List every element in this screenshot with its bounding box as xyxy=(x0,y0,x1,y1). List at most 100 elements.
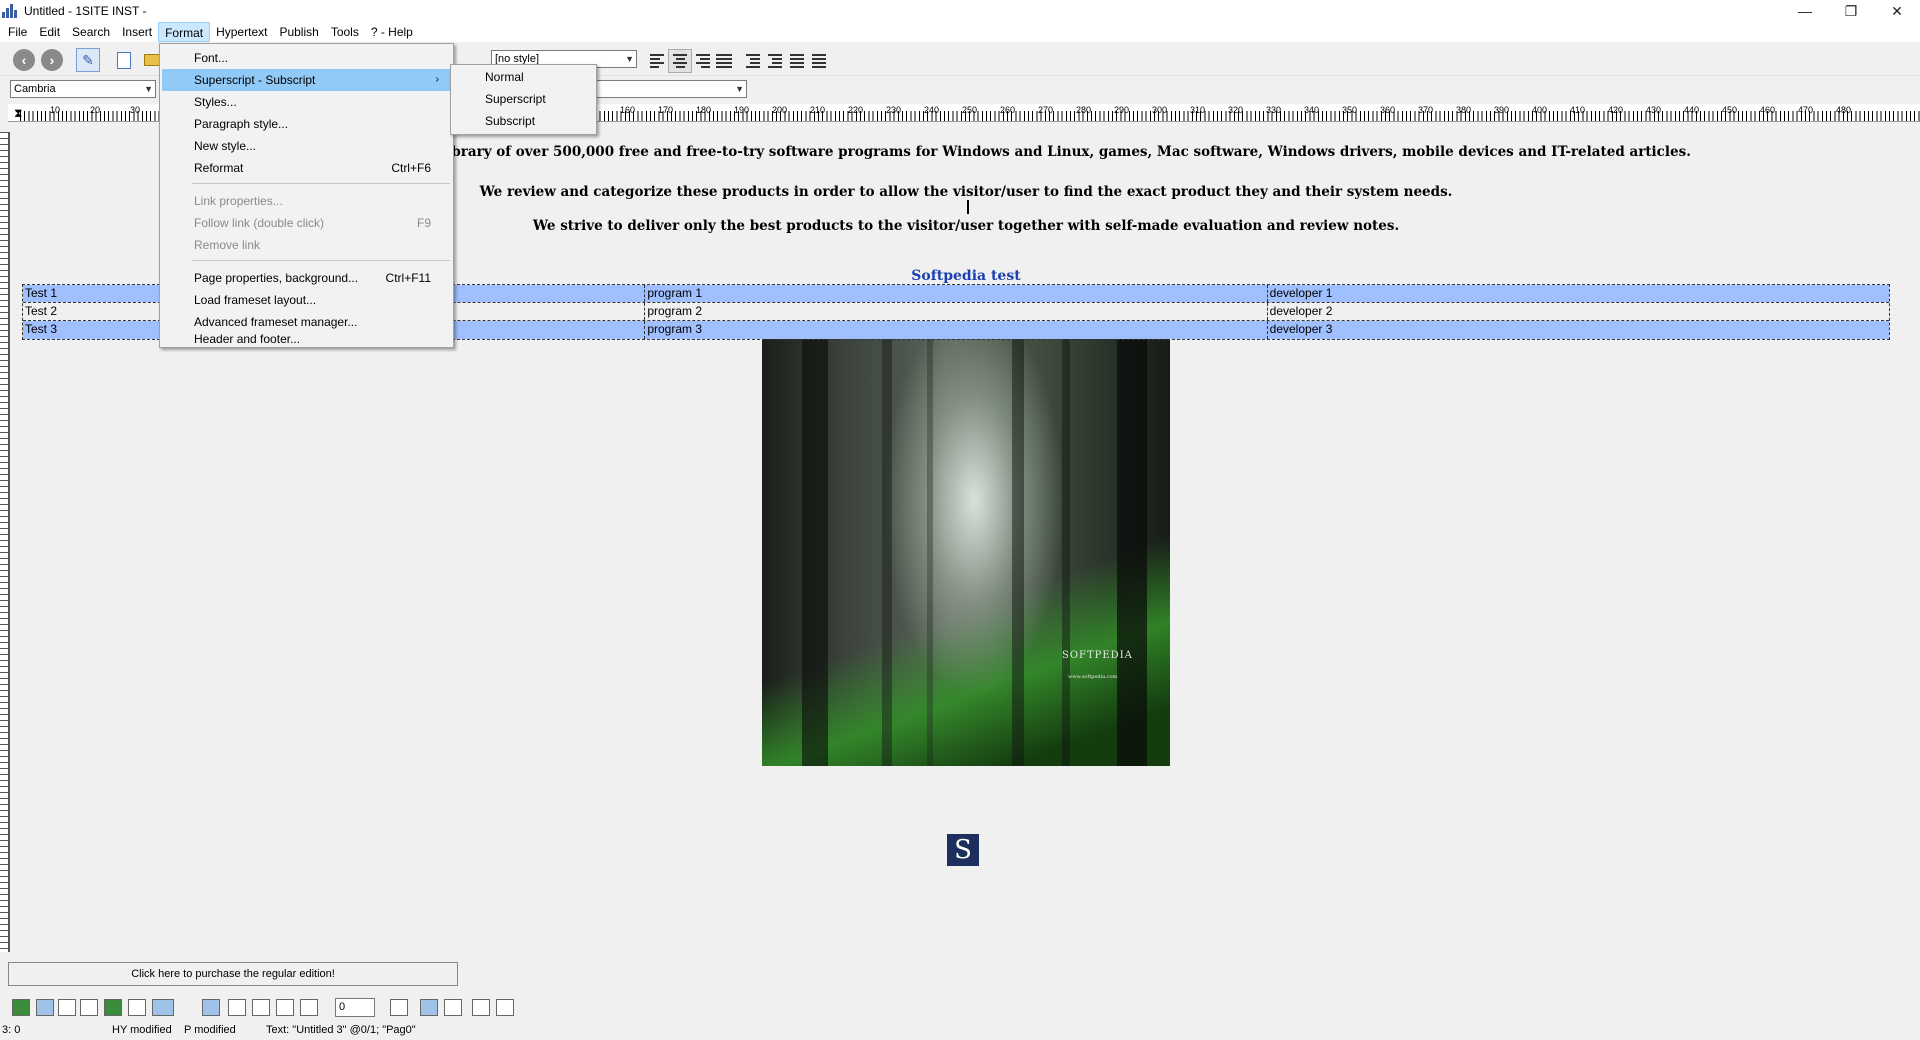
zoom-stepper[interactable]: 0 xyxy=(335,998,375,1017)
search-icon[interactable] xyxy=(444,999,462,1016)
bottom-toolbar: 0 xyxy=(0,995,1920,1021)
ruler-label: 250 xyxy=(962,105,978,115)
menu-format[interactable]: Format xyxy=(158,22,211,42)
forest-image[interactable]: SOFTPEDIA www.softpedia.com xyxy=(762,338,1170,766)
forward-button[interactable]: › xyxy=(40,48,64,72)
menu-separator xyxy=(192,260,450,261)
menu-item-new-style[interactable]: New style... xyxy=(162,135,451,157)
status-text: Text: "Untitled 3" @0/1; "Pag0" xyxy=(266,1024,416,1036)
justify-button[interactable] xyxy=(712,49,736,73)
grid-icon[interactable] xyxy=(390,999,408,1016)
preview-icon[interactable] xyxy=(472,999,490,1016)
bullet-list-button[interactable] xyxy=(786,49,810,73)
menu-hypertext[interactable]: Hypertext xyxy=(210,22,273,42)
vertical-ruler xyxy=(0,132,8,952)
menu-item-superscript-subscript[interactable]: Superscript - Subscript › xyxy=(162,69,451,91)
submenu-item-subscript[interactable]: Subscript xyxy=(453,110,594,132)
outdent-icon xyxy=(746,54,762,68)
ruler-label: 160 xyxy=(620,105,636,115)
ruler-label: 190 xyxy=(734,105,750,115)
superscript-submenu: Normal Superscript Subscript xyxy=(450,64,597,135)
undo-icon[interactable] xyxy=(300,999,318,1016)
outdent-button[interactable] xyxy=(742,49,766,73)
text-cursor xyxy=(967,200,969,214)
ruler-label: 390 xyxy=(1494,105,1510,115)
ruler-label: 360 xyxy=(1380,105,1396,115)
softpedia-logo[interactable]: S xyxy=(947,834,979,866)
new-document-button[interactable] xyxy=(112,48,136,72)
insert-image-icon[interactable] xyxy=(12,999,30,1016)
ruler-label: 480 xyxy=(1836,105,1852,115)
font-select[interactable]: Cambria ▼ xyxy=(10,80,156,98)
ruler-label: 350 xyxy=(1342,105,1358,115)
edit-button[interactable]: ✎ xyxy=(76,48,100,72)
table-cell[interactable]: program 3 xyxy=(645,321,1268,339)
submenu-item-normal[interactable]: Normal xyxy=(453,66,594,88)
menu-item-follow-link[interactable]: Follow link (double click) F9 xyxy=(162,212,451,234)
insert-list-icon[interactable] xyxy=(152,999,174,1016)
copy-icon[interactable] xyxy=(252,999,270,1016)
numbered-list-button[interactable] xyxy=(808,49,832,73)
menu-item-frameset-manager[interactable]: Advanced frameset manager... xyxy=(162,311,451,333)
minimize-button[interactable]: — xyxy=(1782,0,1828,22)
menu-search[interactable]: Search xyxy=(66,22,116,42)
menu-item-load-frameset[interactable]: Load frameset layout... xyxy=(162,289,451,311)
link-icon[interactable] xyxy=(202,999,220,1016)
purchase-button[interactable]: Click here to purchase the regular editi… xyxy=(8,962,458,986)
insert-button-icon[interactable] xyxy=(80,999,98,1016)
align-left-button[interactable] xyxy=(646,49,670,73)
menu-help[interactable]: ? - Help xyxy=(365,22,419,42)
table-cell[interactable]: developer 2 xyxy=(1267,303,1889,320)
close-button[interactable]: ✕ xyxy=(1874,0,1920,22)
paste-icon[interactable] xyxy=(276,999,294,1016)
menu-item-header-footer[interactable]: Header and footer... xyxy=(162,333,451,347)
chevron-down-icon: ▼ xyxy=(144,84,153,94)
table-cell[interactable]: program 2 xyxy=(645,303,1268,320)
numbered-list-icon xyxy=(812,54,828,68)
menu-item-styles[interactable]: Styles... xyxy=(162,91,451,113)
menu-item-remove-link[interactable]: Remove link xyxy=(162,234,451,256)
menu-item-reformat[interactable]: Reformat Ctrl+F6 xyxy=(162,157,451,179)
image-url-text: www.softpedia.com xyxy=(1068,674,1118,680)
align-center-icon xyxy=(672,54,688,68)
ruler-label: 260 xyxy=(1000,105,1016,115)
new-document-icon xyxy=(117,51,131,69)
indent-button[interactable] xyxy=(764,49,788,73)
cut-icon[interactable] xyxy=(228,999,246,1016)
menu-tools[interactable]: Tools xyxy=(325,22,365,42)
ruler-label: 200 xyxy=(772,105,788,115)
ruler-label: 440 xyxy=(1684,105,1700,115)
submenu-item-superscript[interactable]: Superscript xyxy=(453,88,594,110)
insert-table-icon[interactable] xyxy=(36,999,54,1016)
align-center-button[interactable] xyxy=(668,49,692,73)
align-right-button[interactable] xyxy=(690,49,714,73)
back-button[interactable]: ‹ xyxy=(12,48,36,72)
back-icon: ‹ xyxy=(13,49,35,71)
table-cell[interactable]: developer 3 xyxy=(1267,321,1889,339)
status-position: 3: 0 xyxy=(2,1024,21,1036)
window-title: Untitled - 1SITE INST - xyxy=(24,4,147,18)
ruler-label: 10 xyxy=(50,105,61,115)
page-icon[interactable] xyxy=(420,999,438,1016)
forward-icon: › xyxy=(41,49,63,71)
menu-publish[interactable]: Publish xyxy=(273,22,324,42)
restore-button[interactable]: ❐ xyxy=(1828,0,1874,22)
menu-item-paragraph-style[interactable]: Paragraph style... xyxy=(162,113,451,135)
ruler-label: 430 xyxy=(1646,105,1662,115)
insert-field-icon[interactable] xyxy=(58,999,76,1016)
insert-frame-icon[interactable] xyxy=(128,999,146,1016)
status-hy: HY modified xyxy=(112,1024,172,1036)
font-size-select[interactable]: ▼ xyxy=(595,80,747,98)
table-cell[interactable]: program 1 xyxy=(645,285,1268,302)
menu-edit[interactable]: Edit xyxy=(33,22,66,42)
title-bar: Untitled - 1SITE INST - — ❐ ✕ xyxy=(0,0,1920,22)
chevron-down-icon: ▼ xyxy=(735,84,744,94)
menu-item-page-properties[interactable]: Page properties, background... Ctrl+F11 xyxy=(162,267,451,289)
menu-item-link-properties[interactable]: Link properties... xyxy=(162,190,451,212)
insert-media-icon[interactable] xyxy=(104,999,122,1016)
table-cell[interactable]: developer 1 xyxy=(1267,285,1889,302)
menu-item-font[interactable]: Font... xyxy=(162,47,451,69)
menu-file[interactable]: File xyxy=(2,22,33,42)
menu-insert[interactable]: Insert xyxy=(116,22,158,42)
settings-icon[interactable] xyxy=(496,999,514,1016)
